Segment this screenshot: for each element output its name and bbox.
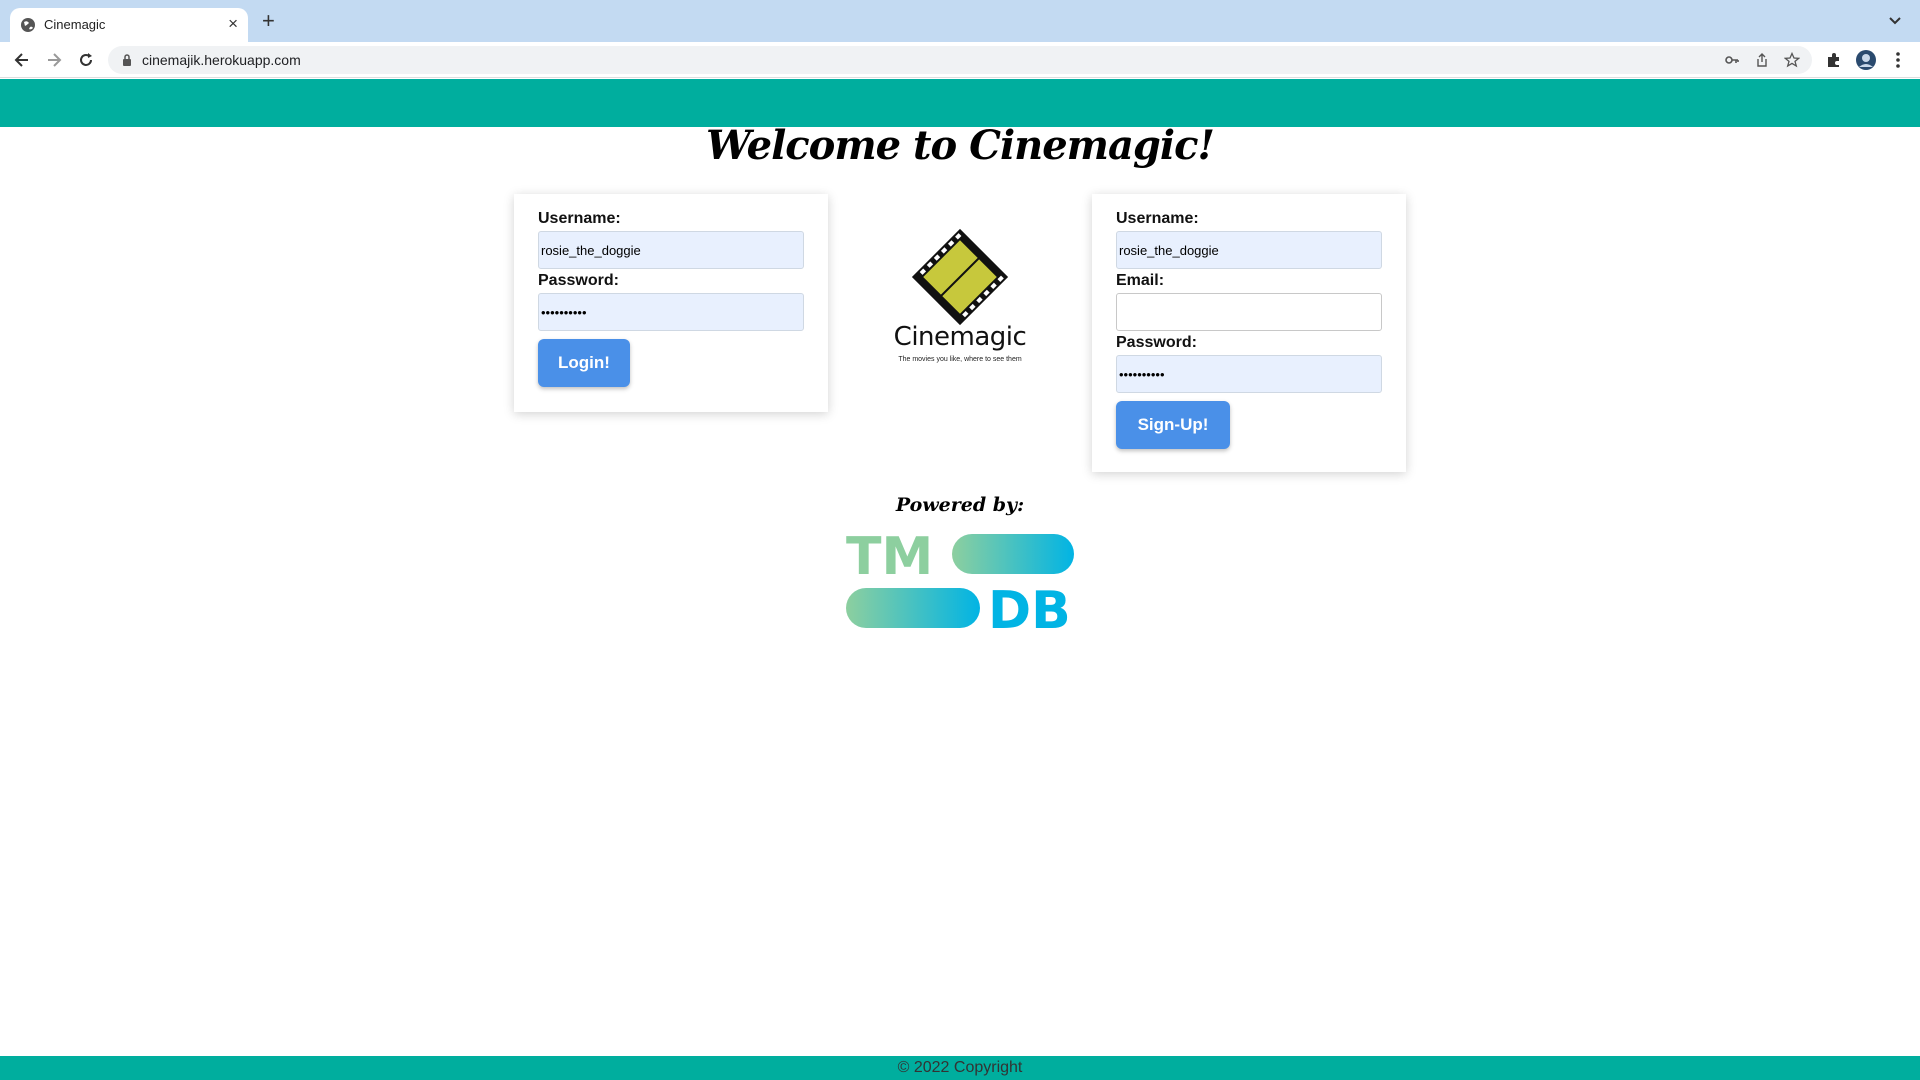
extensions-icon[interactable]	[1824, 50, 1844, 70]
login-card: Username: rosie_the_doggie Password: •••…	[514, 194, 828, 412]
browser-tab-bar: Cinemagic × +	[0, 0, 1920, 42]
tmdb-bottom-letters: DB	[988, 581, 1071, 632]
signup-email-input[interactable]	[1116, 293, 1382, 331]
signup-password-label: Password:	[1116, 334, 1197, 351]
key-icon[interactable]	[1724, 52, 1740, 68]
site-header	[0, 79, 1920, 127]
logo-name: Cinemagic	[893, 322, 1027, 352]
powered-by-label: Powered by:	[895, 494, 1025, 516]
url-text: cinemajik.herokuapp.com	[142, 52, 301, 68]
chevron-down-icon[interactable]	[1888, 14, 1902, 28]
signup-username-label: Username:	[1116, 210, 1199, 227]
signup-email-label: Email:	[1116, 272, 1165, 289]
signup-card: Username: rosie_the_doggie Email: Passwo…	[1092, 194, 1406, 472]
browser-tab[interactable]: Cinemagic ×	[10, 8, 248, 42]
signup-password-input[interactable]: ••••••••••	[1116, 355, 1382, 393]
login-password-label: Password:	[538, 272, 619, 289]
forward-arrow-icon[interactable]	[44, 50, 64, 70]
address-bar[interactable]: cinemajik.herokuapp.com	[108, 46, 1812, 74]
lock-icon	[123, 54, 131, 66]
tmdb-top-letters: TM	[846, 532, 933, 587]
reload-icon[interactable]	[76, 50, 96, 70]
logo-tagline: The movies you like, where to see them	[898, 356, 1022, 363]
tab-title: Cinemagic	[44, 17, 106, 32]
login-username-input[interactable]: rosie_the_doggie	[538, 231, 804, 269]
signup-button[interactable]: Sign-Up!	[1116, 401, 1230, 449]
footer: © 2022 Copyright	[0, 1056, 1920, 1080]
signup-username-input[interactable]: rosie_the_doggie	[1116, 231, 1382, 269]
avatar[interactable]	[1856, 50, 1876, 70]
new-tab-button[interactable]: +	[262, 10, 275, 32]
login-password-input[interactable]: ••••••••••	[538, 293, 804, 331]
page-title: Welcome to Cinemagic!	[705, 122, 1215, 169]
close-tab-icon[interactable]: ×	[228, 14, 238, 34]
share-icon[interactable]	[1754, 52, 1770, 68]
more-menu-icon[interactable]	[1888, 50, 1908, 70]
tmdb-logo-icon: TM DB	[846, 532, 1074, 632]
back-arrow-icon[interactable]	[12, 50, 32, 70]
browser-toolbar: cinemajik.herokuapp.com	[0, 42, 1920, 78]
globe-icon	[21, 18, 35, 32]
login-username-label: Username:	[538, 210, 621, 227]
star-icon[interactable]	[1784, 52, 1800, 68]
login-button[interactable]: Login!	[538, 339, 630, 387]
